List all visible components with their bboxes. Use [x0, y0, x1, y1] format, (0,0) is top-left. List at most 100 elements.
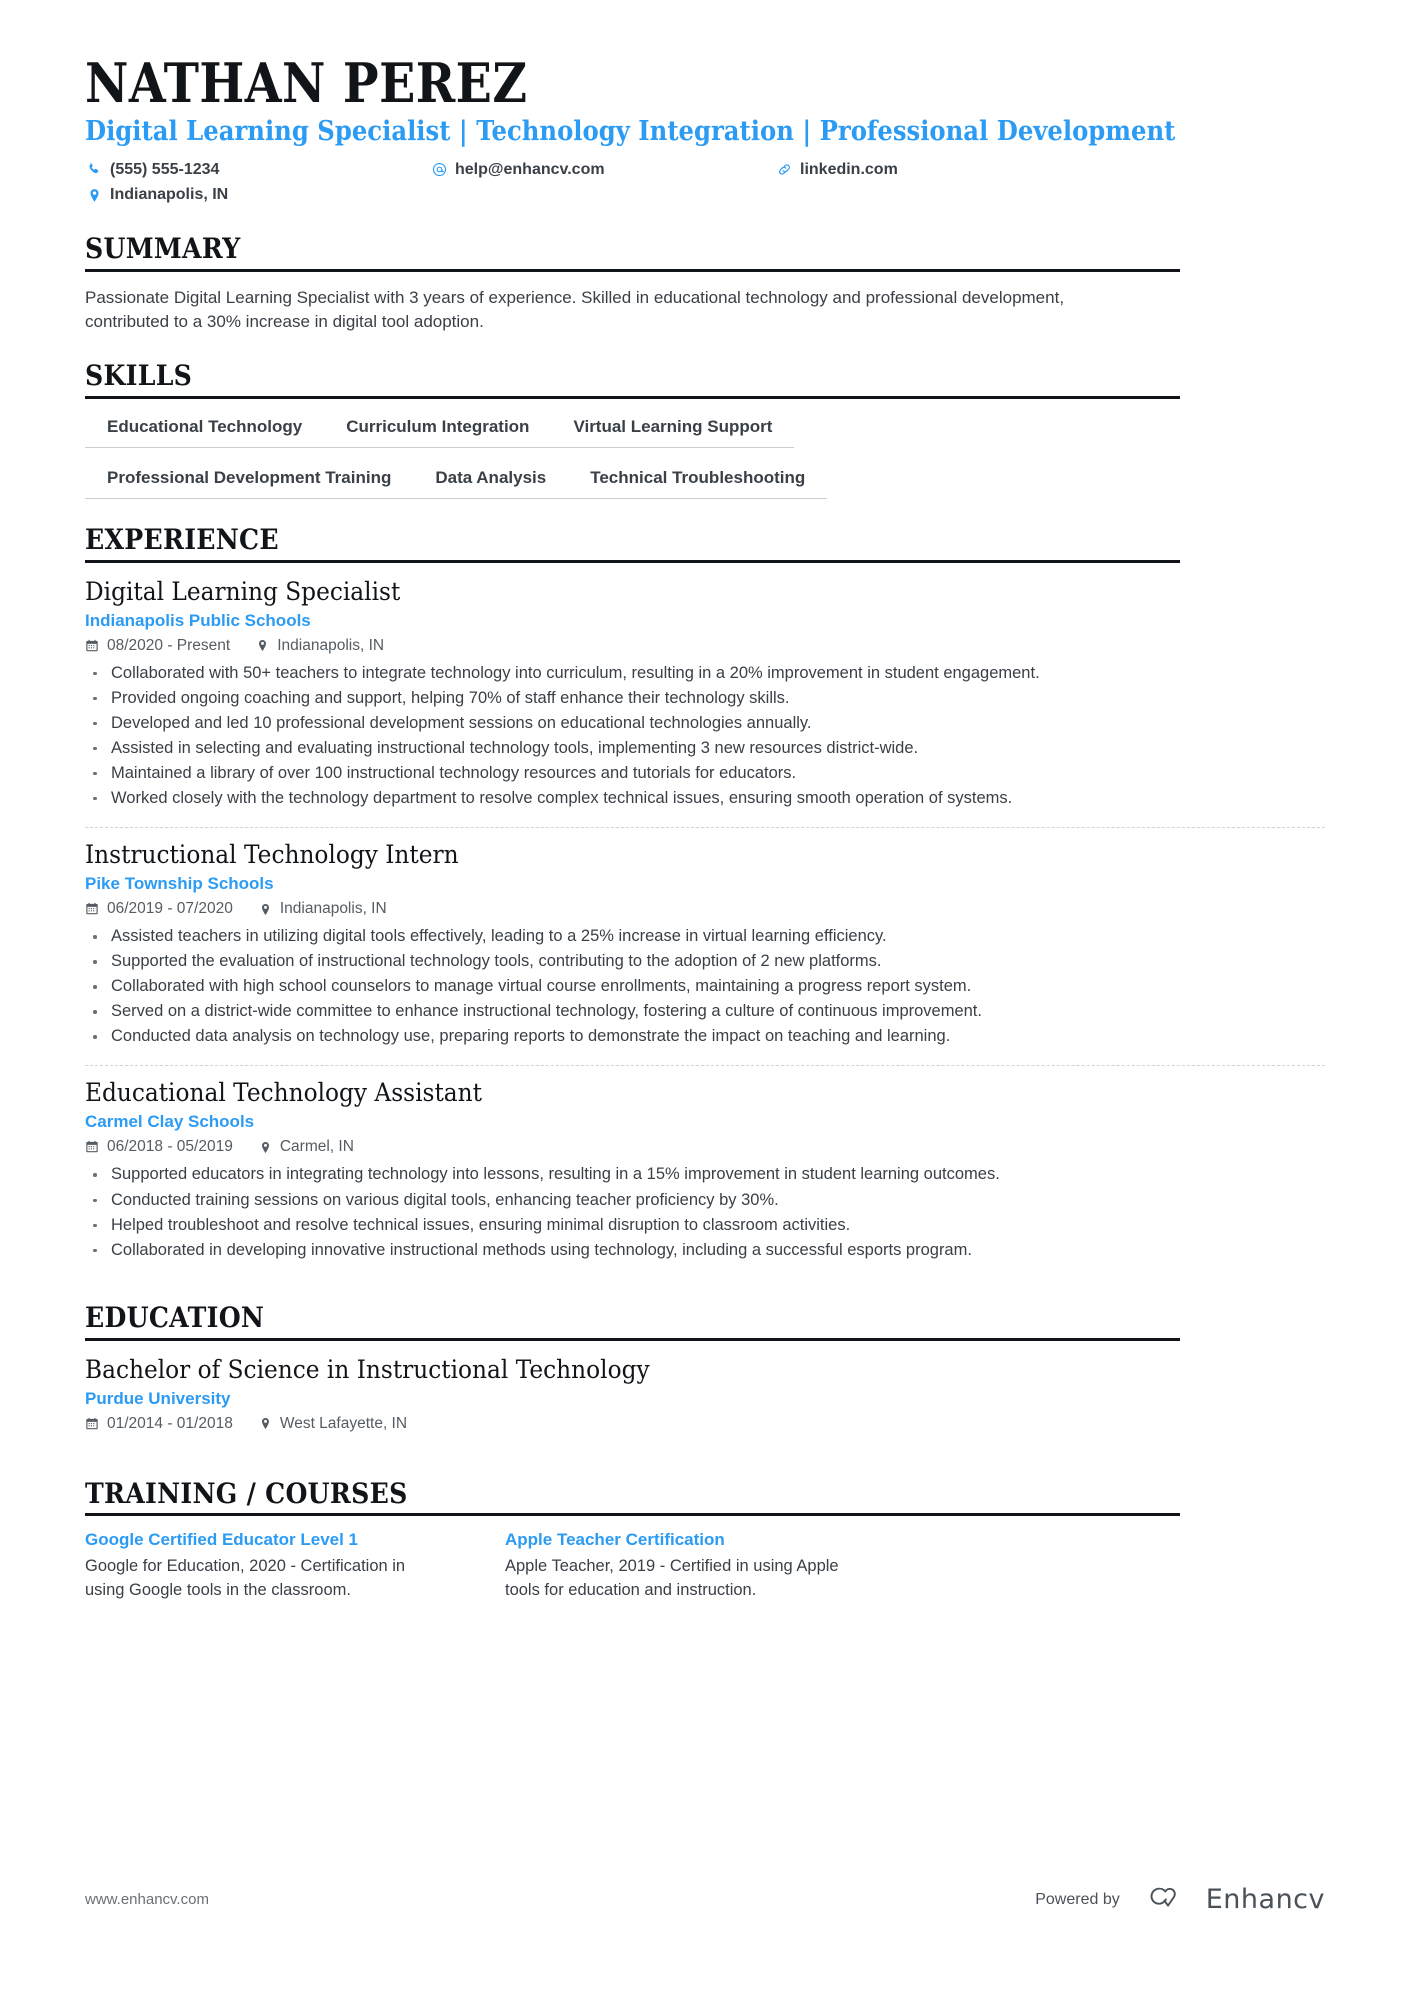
- contact-location-text: Indianapolis, IN: [110, 186, 229, 204]
- footer-url[interactable]: www.enhancv.com: [85, 1891, 209, 1908]
- course-description: Apple Teacher, 2019 - Certified in using…: [505, 1557, 839, 1600]
- enhancv-logo-icon: [1142, 1882, 1194, 1917]
- achievement-item: Assisted in selecting and evaluating ins…: [85, 736, 1325, 761]
- skills-list: Educational Technology Curriculum Integr…: [85, 413, 1325, 499]
- entry-meta: 08/2020 - Present Indianapolis, IN: [85, 637, 1325, 655]
- achievement-item: Collaborated with high school counselors…: [85, 974, 1325, 999]
- location-icon: [259, 1141, 272, 1154]
- achievement-item: Supported the evaluation of instructiona…: [85, 949, 1325, 974]
- candidate-headline: Digital Learning Specialist | Technology…: [85, 115, 1176, 147]
- section-divider: [85, 559, 1180, 563]
- course-title[interactable]: Apple Teacher Certification: [505, 1530, 925, 1550]
- enhancv-brand: Enhancv: [1142, 1882, 1325, 1917]
- entry-meta: 06/2018 - 05/2019 Carmel, IN: [85, 1138, 1325, 1156]
- date-range: 06/2019 - 07/2020: [85, 900, 233, 918]
- course-item: Apple Teacher Certification Apple Teache…: [505, 1530, 925, 1603]
- location-icon: [259, 1417, 272, 1430]
- contact-email-text: help@enhancv.com: [455, 160, 605, 178]
- job-location: Indianapolis, IN: [259, 900, 387, 918]
- section-divider: [85, 395, 1180, 399]
- achievement-item: Collaborated with 50+ teachers to integr…: [85, 661, 1325, 686]
- achievement-item: Collaborated in developing innovative in…: [85, 1238, 1325, 1263]
- school-location: West Lafayette, IN: [259, 1415, 407, 1433]
- job-location-text: Indianapolis, IN: [279, 900, 387, 918]
- location-icon: [259, 903, 272, 916]
- achievement-list: Collaborated with 50+ teachers to integr…: [85, 661, 1325, 811]
- entry-meta: 01/2014 - 01/2018 West Lafayette, IN: [85, 1415, 1325, 1433]
- section-title-education: EDUCATION: [85, 1300, 265, 1334]
- contact-phone[interactable]: (555) 555-1234: [85, 157, 430, 183]
- resume-header: NATHAN PEREZ Digital Learning Specialist…: [85, 55, 1325, 208]
- job-title: Instructional Technology Intern: [85, 840, 459, 870]
- entry-meta: 06/2019 - 07/2020 Indianapolis, IN: [85, 900, 1325, 918]
- section-divider: [85, 268, 1180, 272]
- candidate-name: NATHAN PEREZ: [85, 51, 528, 115]
- skill-tag: Data Analysis: [413, 464, 569, 499]
- phone-icon: [85, 162, 103, 177]
- contact-location: Indianapolis, IN: [85, 182, 430, 208]
- calendar-icon: [85, 1417, 99, 1431]
- job-title: Educational Technology Assistant: [85, 1078, 482, 1108]
- powered-by-label: Powered by: [1035, 1890, 1120, 1908]
- company-name[interactable]: Carmel Clay Schools: [85, 1112, 1325, 1132]
- school-location-text: West Lafayette, IN: [279, 1414, 408, 1432]
- date-range-text: 08/2020 - Present: [107, 636, 231, 654]
- skill-tag: Professional Development Training: [85, 464, 414, 499]
- course-item: Google Certified Educator Level 1 Google…: [85, 1530, 505, 1603]
- page-footer: www.enhancv.com Powered by Enhancv: [85, 1882, 1325, 1917]
- achievement-item: Conducted data analysis on technology us…: [85, 1024, 1325, 1049]
- achievement-item: Assisted teachers in utilizing digital t…: [85, 924, 1325, 949]
- skill-tag: Educational Technology: [85, 413, 325, 448]
- location-icon: [256, 639, 269, 652]
- company-name[interactable]: Indianapolis Public Schools: [85, 611, 1325, 631]
- summary-text: Passionate Digital Learning Specialist w…: [85, 287, 1065, 332]
- achievement-item: Worked closely with the technology depar…: [85, 786, 1325, 811]
- date-range-text: 01/2014 - 01/2018: [107, 1414, 233, 1432]
- skill-tag: Curriculum Integration: [324, 413, 552, 448]
- job-location: Indianapolis, IN: [256, 637, 384, 655]
- contact-linkedin[interactable]: linkedin.com: [775, 157, 898, 183]
- date-range-text: 06/2019 - 07/2020: [107, 900, 233, 918]
- experience-entry: Instructional Technology Intern Pike Tow…: [85, 827, 1325, 1055]
- achievement-item: Helped troubleshoot and resolve technica…: [85, 1213, 1325, 1238]
- enhancv-brand-name: Enhancv: [1205, 1884, 1325, 1915]
- contact-info: (555) 555-1234 help@enhancv.com linkedin…: [85, 157, 1325, 208]
- achievement-list: Supported educators in integrating techn…: [85, 1162, 1325, 1262]
- resume-content: NATHAN PEREZ Digital Learning Specialist…: [85, 55, 1325, 1603]
- date-range-text: 06/2018 - 05/2019: [107, 1138, 233, 1156]
- course-title[interactable]: Google Certified Educator Level 1: [85, 1530, 505, 1550]
- calendar-icon: [85, 902, 99, 916]
- section-skills: SKILLS Educational Technology Curriculum…: [85, 359, 1325, 499]
- experience-entry: Digital Learning Specialist Indianapolis…: [85, 577, 1325, 817]
- footer-branding: Powered by Enhancv: [1035, 1882, 1325, 1917]
- achievement-item: Conducted training sessions on various d…: [85, 1188, 1325, 1213]
- skills-row: Educational Technology Curriculum Integr…: [85, 413, 1325, 448]
- achievement-item: Served on a district-wide committee to e…: [85, 999, 1325, 1024]
- course-description: Google for Education, 2020 - Certificati…: [85, 1557, 406, 1600]
- achievement-list: Assisted teachers in utilizing digital t…: [85, 924, 1325, 1049]
- degree-title: Bachelor of Science in Instructional Tec…: [85, 1354, 650, 1384]
- section-title-training: TRAINING / COURSES: [85, 1476, 408, 1510]
- contact-phone-text: (555) 555-1234: [110, 160, 220, 178]
- contact-email[interactable]: help@enhancv.com: [430, 157, 775, 183]
- skill-tag: Virtual Learning Support: [551, 413, 795, 448]
- job-location-text: Indianapolis, IN: [277, 636, 385, 654]
- contact-linkedin-text: linkedin.com: [800, 160, 898, 178]
- section-title-skills: SKILLS: [85, 359, 193, 392]
- calendar-icon: [85, 639, 99, 653]
- section-title-summary: SUMMARY: [85, 231, 241, 265]
- company-name[interactable]: Pike Township Schools: [85, 874, 1325, 894]
- skills-row: Professional Development Training Data A…: [85, 464, 1325, 499]
- school-name[interactable]: Purdue University: [85, 1389, 1325, 1409]
- section-summary: SUMMARY Passionate Digital Learning Spec…: [85, 231, 1325, 335]
- achievement-item: Supported educators in integrating techn…: [85, 1162, 1325, 1187]
- location-icon: [85, 188, 103, 203]
- section-divider: [85, 1513, 1180, 1517]
- date-range: 08/2020 - Present: [85, 637, 230, 655]
- achievement-item: Maintained a library of over 100 instruc…: [85, 761, 1325, 786]
- achievement-item: Provided ongoing coaching and support, h…: [85, 686, 1325, 711]
- link-icon: [775, 162, 793, 177]
- section-education: EDUCATION Bachelor of Science in Instruc…: [85, 1300, 1325, 1445]
- contact-row-1: (555) 555-1234 help@enhancv.com linkedin…: [85, 157, 1325, 183]
- section-training: TRAINING / COURSES Google Certified Educ…: [85, 1476, 1325, 1604]
